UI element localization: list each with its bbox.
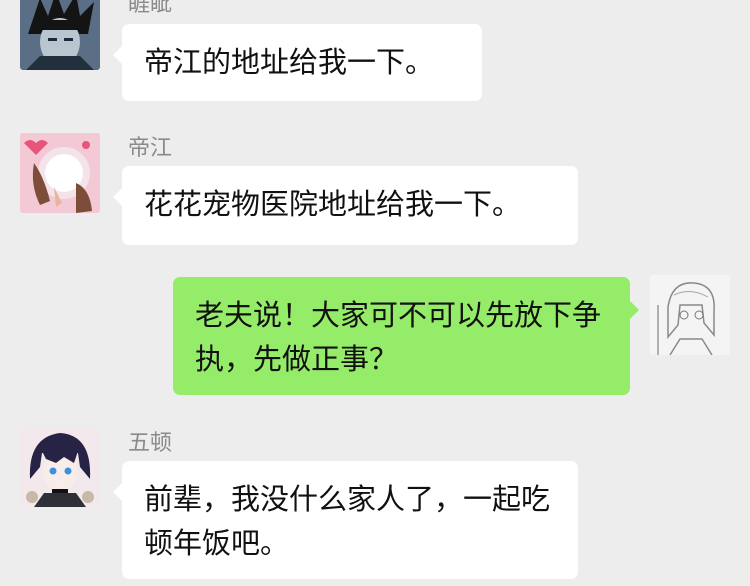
sender-name: 五顿 <box>128 431 173 456</box>
chat-message-list[interactable]: 睚眦 帝江的地址给我一下。 帝江 花花宠物医院地址给我一下。 老夫说！大家可不可… <box>0 0 750 586</box>
blue-eyed-anime-avatar-icon[interactable] <box>20 427 100 507</box>
message-text: 前辈，我没什么家人了，一起吃顿年饭吧。 <box>144 482 551 560</box>
message-row-4: 五顿 前辈，我没什么家人了，一起吃顿年饭吧。 <box>0 0 750 586</box>
message-bubble[interactable]: 前辈，我没什么家人了，一起吃顿年饭吧。 <box>113 461 578 579</box>
